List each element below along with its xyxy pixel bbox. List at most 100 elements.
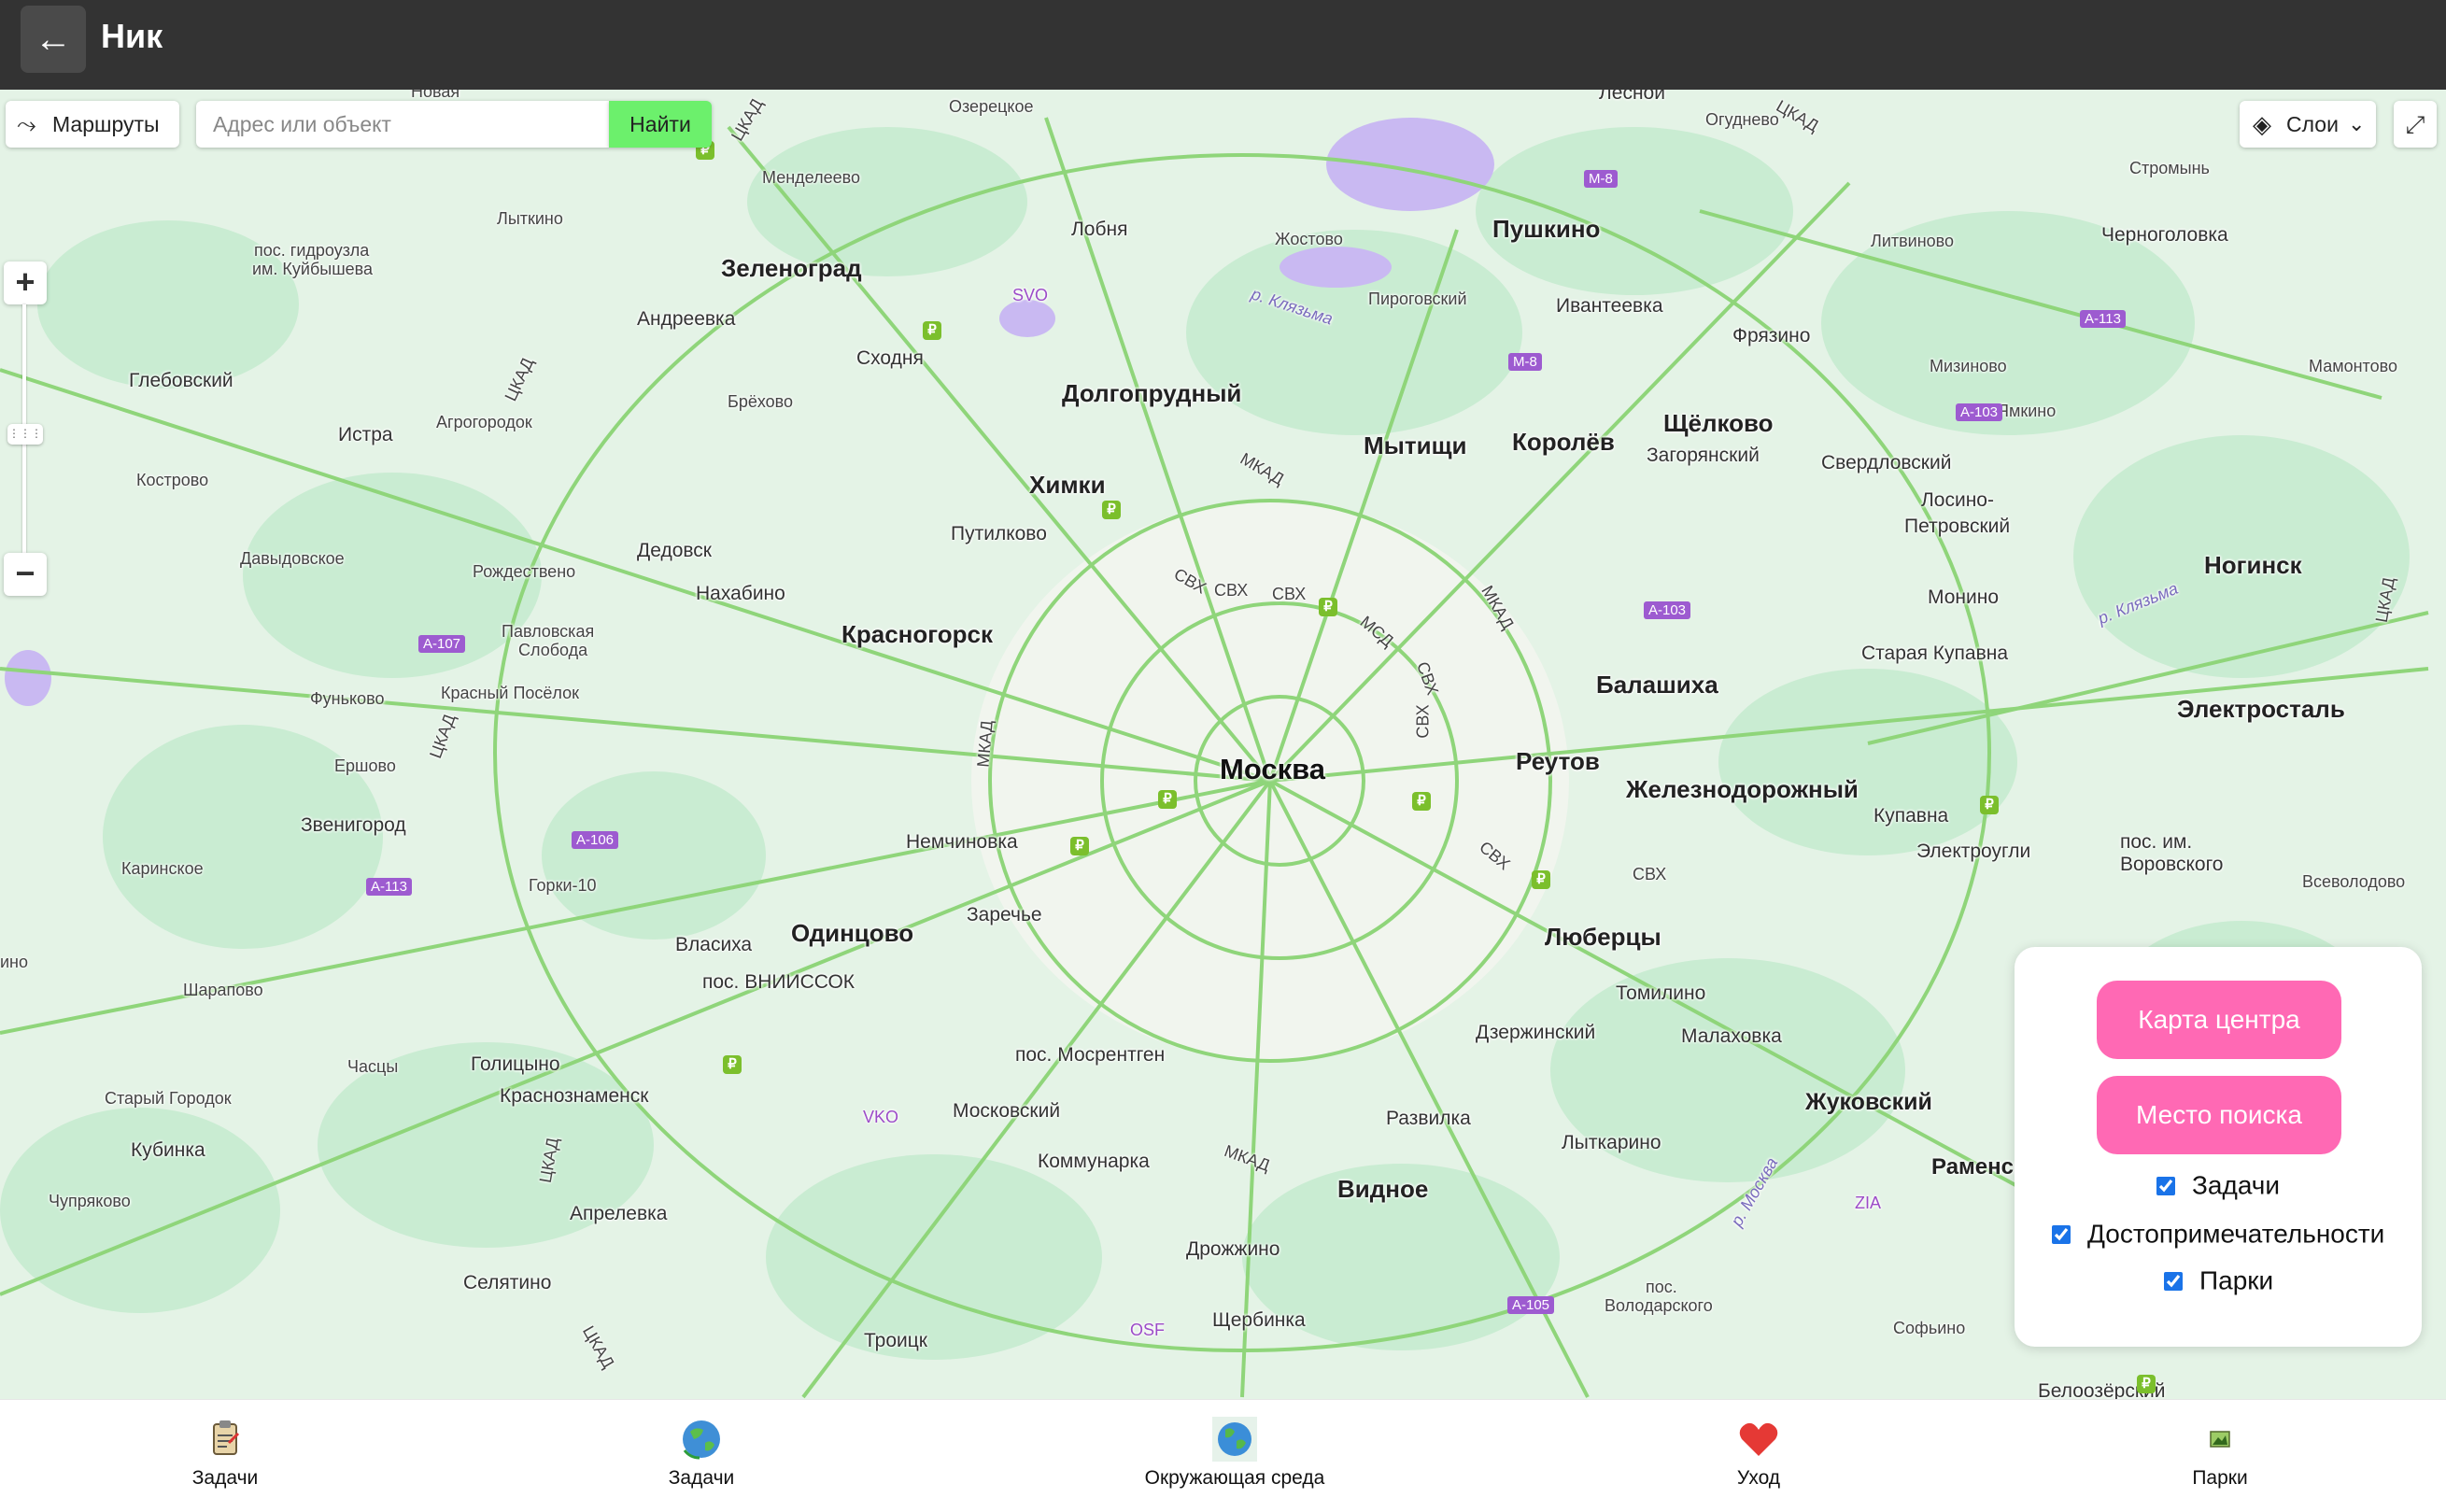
fuel-station-icon[interactable]: ₽ <box>1980 796 1999 814</box>
road-label: МКАД <box>973 719 997 769</box>
city-label: Химки <box>1029 471 1106 499</box>
place-label: пос. <box>1646 1278 1677 1296</box>
city-label: Пушкино <box>1492 215 1601 243</box>
airport-label: SVO <box>1012 286 1049 304</box>
city-label: Люберцы <box>1545 923 1661 951</box>
heart-icon <box>1739 1422 1778 1456</box>
fuel-station-icon[interactable]: ₽ <box>1532 870 1550 889</box>
map-filter-panel: Карта центра Место поиска Задачи Достопр… <box>2015 947 2422 1347</box>
fuel-station-icon[interactable]: ₽ <box>1412 792 1431 811</box>
place-label: Давыдовское <box>240 549 345 568</box>
address-search-input[interactable] <box>196 101 609 148</box>
earth-icon <box>1212 1417 1257 1462</box>
road-label: СВХ <box>1413 704 1433 739</box>
place-label: Ямкино <box>1997 402 2057 420</box>
place-label: Голицыно <box>471 1053 560 1075</box>
sights-checkbox[interactable] <box>2052 1224 2071 1244</box>
place-label: Глебовский <box>129 370 233 391</box>
place-label: Купавна <box>1873 805 1949 827</box>
airport-label: OSF <box>1130 1321 1166 1339</box>
place-label: Дрожжино <box>1186 1238 1280 1260</box>
tasks-checkbox[interactable] <box>2156 1176 2175 1195</box>
place-label: ино <box>0 953 29 971</box>
layers-label: Слои <box>2286 112 2339 136</box>
road-shield: А-106 <box>572 831 619 849</box>
zoom-slider-handle[interactable]: ⋮⋮⋮ <box>7 424 43 445</box>
search-button[interactable]: Найти <box>609 101 712 148</box>
routes-button[interactable]: ⤳ Маршруты <box>6 101 179 148</box>
airport-label: VKO <box>863 1108 899 1126</box>
nav-item-parks[interactable]: Парки <box>2127 1400 2313 1512</box>
nav-label: Задачи <box>191 1467 259 1489</box>
nav-item-tasks-eco[interactable]: Задачи <box>608 1400 795 1512</box>
park-picture-icon <box>2210 1431 2230 1448</box>
place-label: Немчиновка <box>906 831 1018 853</box>
layers-button[interactable]: ◈ Слои ⌄ <box>2240 101 2376 148</box>
place-label: Чупряково <box>49 1192 131 1210</box>
place-label: Фрязино <box>1732 325 1811 346</box>
bottom-navigation: Задачи Задачи Окружающая среда Уход Парк… <box>0 1399 2446 1512</box>
place-label: Власиха <box>675 934 753 955</box>
tasks-checkbox-label: Задачи <box>2192 1170 2281 1200</box>
fuel-station-icon[interactable]: ₽ <box>2137 1375 2156 1393</box>
place-label: Развилка <box>1386 1108 1471 1129</box>
city-label-moscow: Москва <box>1220 753 1325 785</box>
place-label: Лыткарино <box>1562 1132 1661 1153</box>
fuel-station-icon[interactable]: ₽ <box>1102 501 1121 519</box>
fuel-station-icon[interactable]: ₽ <box>1070 837 1089 855</box>
fuel-station-icon[interactable]: ₽ <box>1158 790 1177 809</box>
fuel-station-icon[interactable]: ₽ <box>923 321 941 340</box>
nav-label: Окружающая среда <box>1144 1467 1325 1489</box>
city-label: Королёв <box>1512 428 1615 456</box>
place-label: Старая Купавна <box>1861 643 2009 664</box>
nav-item-care[interactable]: Уход <box>1665 1400 1852 1512</box>
fullscreen-button[interactable]: ⤢ <box>2394 101 2437 148</box>
place-label: Софьино <box>1893 1319 1966 1337</box>
map-center-button[interactable]: Карта центра <box>2097 981 2341 1059</box>
place-label: Агрогородок <box>436 413 532 431</box>
place-label: Свердловский <box>1821 452 1952 473</box>
routes-label: Маршруты <box>52 112 160 136</box>
zoom-out-button[interactable]: − <box>4 553 47 596</box>
layers-icon: ◈ <box>2253 110 2271 138</box>
place-label: Электроугли <box>1916 841 2031 862</box>
place-label: Краснознаменск <box>500 1085 649 1107</box>
fuel-station-icon[interactable]: ₽ <box>723 1055 742 1074</box>
place-label: им. Куйбышева <box>252 260 374 278</box>
back-button[interactable]: ← <box>21 6 86 73</box>
place-label: Лосино- <box>1921 489 1994 511</box>
place-label: Загорянский <box>1647 445 1760 466</box>
place-label: Старый Городок <box>105 1089 232 1108</box>
parks-checkbox[interactable] <box>2164 1271 2183 1291</box>
zoom-in-button[interactable]: + <box>4 261 47 304</box>
nav-label: Задачи <box>668 1467 735 1489</box>
place-label: Всеволодово <box>2302 872 2406 891</box>
place-label: Ивантеевка <box>1556 295 1663 317</box>
nav-item-tasks[interactable]: Задачи <box>132 1400 318 1512</box>
place-label: Дзержинский <box>1476 1022 1596 1043</box>
place-label: Путилково <box>951 523 1047 544</box>
fuel-station-icon[interactable]: ₽ <box>1319 598 1337 616</box>
nav-item-environment[interactable]: Окружающая среда <box>1141 1400 1328 1512</box>
nav-label: Парки <box>2192 1467 2248 1489</box>
place-label: Павловская <box>502 622 595 641</box>
place-label: Володарского <box>1605 1296 1713 1315</box>
place-label: Мамонтово <box>2309 357 2397 375</box>
place-label: Литвиново <box>1871 232 1955 250</box>
place-label: Петровский <box>1904 516 2011 537</box>
place-label: Жостово <box>1275 230 1343 248</box>
city-label: Балашиха <box>1596 671 1718 699</box>
place-label: Троицк <box>864 1330 927 1351</box>
filter-parks[interactable]: Парки <box>2164 1265 2273 1296</box>
place-label: Черноголовка <box>2101 224 2228 246</box>
city-label: Электросталь <box>2177 695 2345 723</box>
nav-label: Уход <box>1736 1467 1781 1489</box>
clipboard-icon <box>213 1420 240 1455</box>
search-place-button[interactable]: Место поиска <box>2097 1076 2341 1154</box>
place-label: Воровского <box>2120 854 2224 875</box>
filter-sights[interactable]: Достопримечательности <box>2052 1218 2384 1250</box>
place-label: Рождествено <box>473 562 576 581</box>
place-label: Дедовск <box>637 540 712 561</box>
filter-tasks[interactable]: Задачи <box>2156 1169 2280 1201</box>
road-shield: А-107 <box>418 635 466 653</box>
